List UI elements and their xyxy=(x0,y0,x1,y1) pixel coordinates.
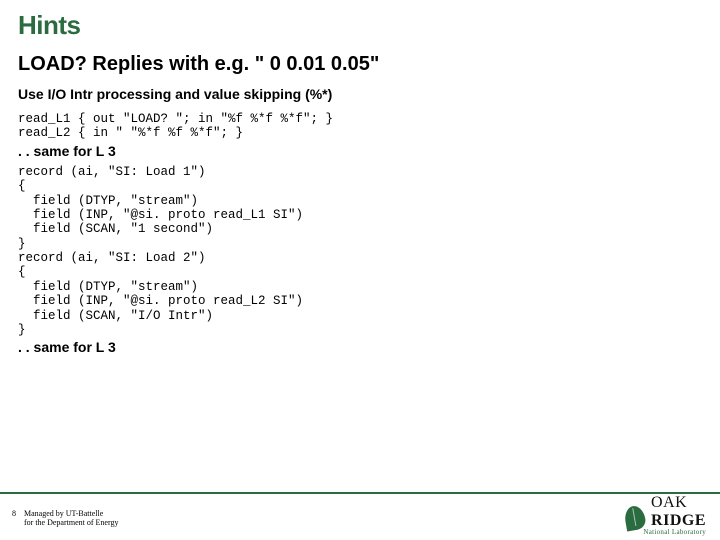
divider xyxy=(0,492,720,494)
slide: Hints LOAD? Replies with e.g. " 0 0.01 0… xyxy=(0,0,720,540)
note-1: . . same for L 3 xyxy=(18,143,702,159)
note-2: . . same for L 3 xyxy=(18,339,702,355)
code-block-2: record (ai, "SI: Load 1") { field (DTYP,… xyxy=(18,165,702,338)
oak-ridge-logo: OAK RIDGE National Laboratory xyxy=(625,494,706,536)
logo-oak: OAK xyxy=(651,494,687,511)
logo-row: OAK RIDGE xyxy=(625,494,706,530)
page-number: 8 xyxy=(12,509,16,519)
logo-text: OAK RIDGE xyxy=(651,494,706,530)
slide-title: Hints xyxy=(18,10,702,41)
slide-subheading: Use I/O Intr processing and value skippi… xyxy=(18,86,702,102)
code-block-1: read_L1 { out "LOAD? "; in "%f %*f %*f";… xyxy=(18,112,702,141)
slide-subtitle: LOAD? Replies with e.g. " 0 0.01 0.05" xyxy=(18,53,702,76)
logo-ridge: RIDGE xyxy=(651,512,706,529)
footer: 8 Managed by UT-Battelle for the Departm… xyxy=(12,509,118,528)
managed-by: Managed by UT-Battelle for the Departmen… xyxy=(24,509,118,528)
managed-line-1: Managed by UT-Battelle xyxy=(24,509,103,518)
managed-line-2: for the Department of Energy xyxy=(24,518,118,527)
